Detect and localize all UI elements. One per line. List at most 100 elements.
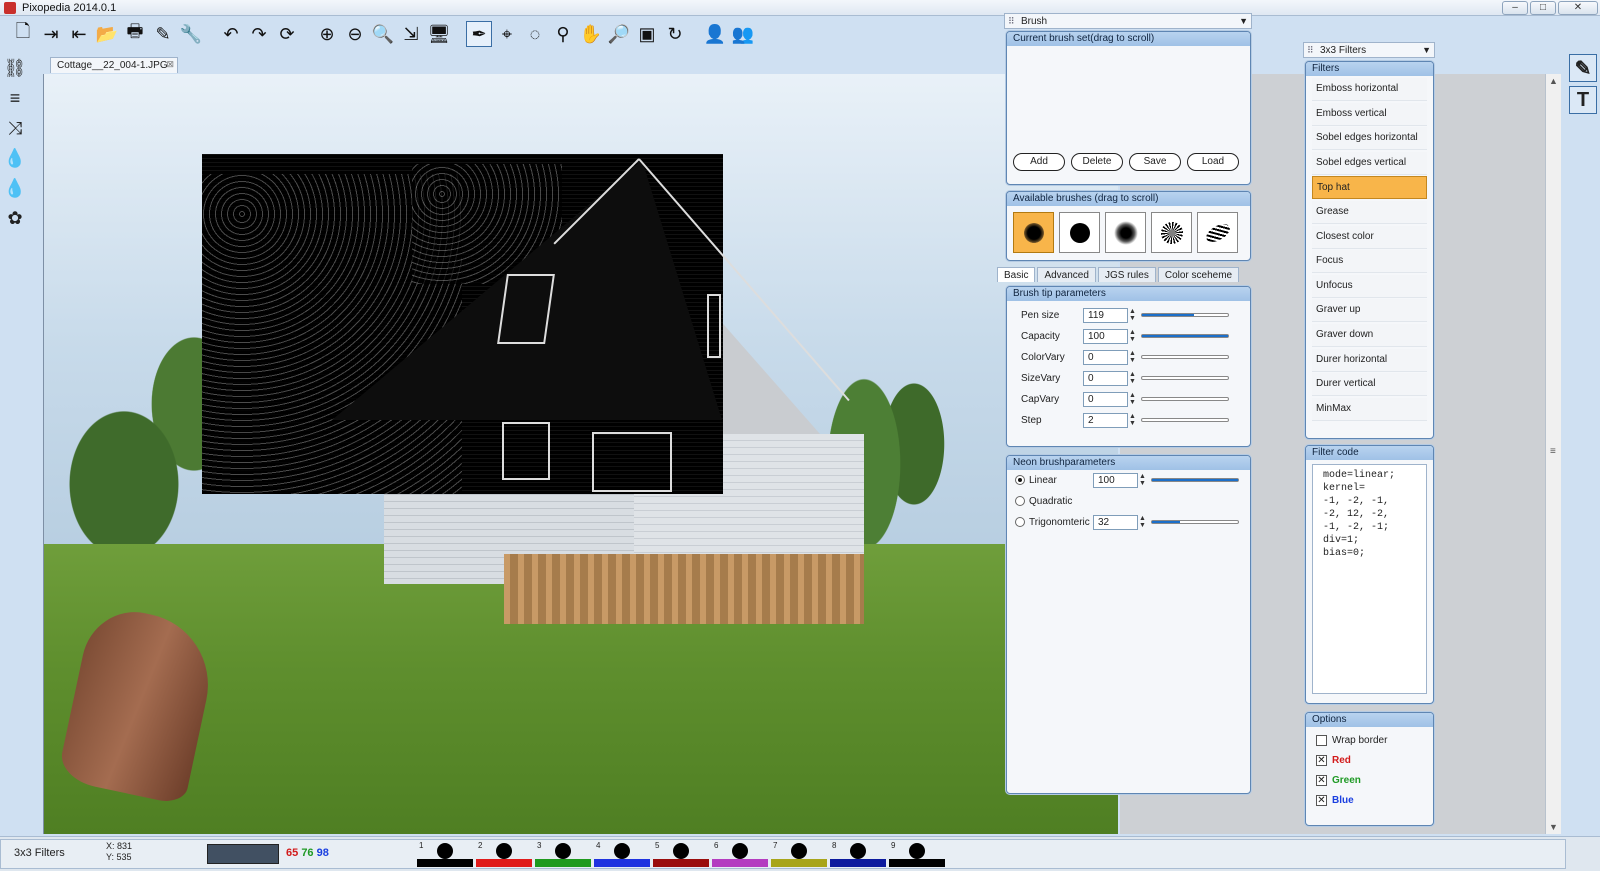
close-button[interactable]: ✕ xyxy=(1558,1,1598,15)
param-slider[interactable] xyxy=(1141,397,1229,401)
spinner-icon[interactable]: ▲ ▼ xyxy=(1129,308,1137,322)
radio-button[interactable] xyxy=(1015,475,1025,485)
tab-jgs-rules[interactable]: JGS rules xyxy=(1097,267,1156,282)
spinner-icon[interactable]: ▲ ▼ xyxy=(1129,413,1137,427)
neon-mode-slider[interactable] xyxy=(1151,478,1239,482)
save-brush-button[interactable]: Save xyxy=(1129,153,1181,171)
param-slider[interactable] xyxy=(1141,313,1229,317)
param-input[interactable]: 0 xyxy=(1083,391,1128,407)
filter-item[interactable]: Focus xyxy=(1312,250,1427,274)
filter-item[interactable]: Closest color xyxy=(1312,225,1427,249)
spinner-icon[interactable]: ▲ ▼ xyxy=(1139,473,1147,487)
brush-streak[interactable] xyxy=(1197,212,1238,253)
zoom-in-icon[interactable]: ⊕ xyxy=(314,21,340,47)
param-slider[interactable] xyxy=(1141,334,1229,338)
brush-tool-icon[interactable]: ✎ xyxy=(1569,54,1597,82)
add-brush-button[interactable]: Add xyxy=(1013,153,1065,171)
settings-icon[interactable]: 🔧 xyxy=(178,21,204,47)
magnifier-icon[interactable]: 🔎 xyxy=(606,21,632,47)
param-slider[interactable] xyxy=(1141,376,1229,380)
brush-selector-dropdown[interactable]: ⠿ Brush ▼ xyxy=(1004,13,1252,29)
checkbox[interactable]: ✕ xyxy=(1316,774,1327,786)
checkbox[interactable]: ✕ xyxy=(1316,794,1327,806)
current-color-swatch[interactable] xyxy=(207,844,279,864)
user-icon[interactable]: 👤 xyxy=(702,21,728,47)
drop-icon[interactable]: 💧 xyxy=(2,144,28,172)
param-input[interactable]: 100 xyxy=(1083,328,1128,344)
param-input[interactable]: 0 xyxy=(1083,370,1128,386)
neon-mode-row[interactable]: Linear 100 ▲ ▼ xyxy=(1015,472,1239,488)
neon-mode-input[interactable]: 32 xyxy=(1093,514,1138,530)
palette-slot[interactable]: 1 xyxy=(417,841,476,867)
sliders-icon[interactable]: ≡ xyxy=(2,84,28,112)
chain-icon[interactable]: ⛓ xyxy=(2,54,28,82)
hand-icon[interactable]: ✋ xyxy=(578,21,604,47)
zoom-icon[interactable]: 🔍 xyxy=(370,21,396,47)
spinner-icon[interactable]: ▲ ▼ xyxy=(1129,392,1137,406)
filter-item[interactable]: Sobel edges vertical xyxy=(1312,151,1427,175)
load-brush-button[interactable]: Load xyxy=(1187,153,1239,171)
param-input[interactable]: 119 xyxy=(1083,307,1128,323)
palette-slot[interactable]: 9 xyxy=(889,841,948,867)
redo-icon[interactable]: ↷ xyxy=(246,21,272,47)
filter-item[interactable]: Graver down xyxy=(1312,323,1427,347)
transform-icon[interactable]: ▣ xyxy=(634,21,660,47)
brush-tool-icon[interactable]: ✎ xyxy=(150,21,176,47)
document-tab[interactable]: Cottage__22_004-1.JPG ⊠ xyxy=(50,57,178,73)
filter-item[interactable]: Durer vertical xyxy=(1312,373,1427,397)
zoom-out-icon[interactable]: ⊖ xyxy=(342,21,368,47)
scroll-up-icon[interactable]: ▲ xyxy=(1549,76,1558,86)
close-tab-icon[interactable]: ⊠ xyxy=(166,59,174,70)
brush-fuzzy[interactable] xyxy=(1105,212,1146,253)
brush-soft-round[interactable] xyxy=(1013,212,1054,253)
text-tool-icon[interactable]: T xyxy=(1569,86,1597,114)
palette-slot[interactable]: 8 xyxy=(830,841,889,867)
shuffle-icon[interactable]: ⤨ xyxy=(2,114,28,142)
option-checkbox-row[interactable]: ✕ Blue xyxy=(1316,793,1354,807)
option-checkbox-row[interactable]: ✕ Green xyxy=(1316,773,1361,787)
param-input[interactable]: 0 xyxy=(1083,349,1128,365)
checkbox[interactable]: ✕ xyxy=(1316,754,1327,766)
filter-item[interactable]: Emboss horizontal xyxy=(1312,78,1427,101)
fit-icon[interactable]: ⇲ xyxy=(398,21,424,47)
vertical-scrollbar[interactable]: ▲ ≡ ▼ xyxy=(1545,74,1561,834)
spinner-icon[interactable]: ▲ ▼ xyxy=(1139,515,1147,529)
option-checkbox-row[interactable]: Wrap border xyxy=(1316,733,1387,747)
user-outline-icon[interactable]: 👥 xyxy=(730,21,756,47)
scroll-down-icon[interactable]: ▼ xyxy=(1549,822,1558,832)
crop-icon[interactable]: ⌖ xyxy=(494,21,520,47)
monitor-icon[interactable]: 🖥 xyxy=(426,21,452,47)
param-input[interactable]: 2 xyxy=(1083,412,1128,428)
import-icon[interactable]: ⇥ xyxy=(38,21,64,47)
palette-slot[interactable]: 4 xyxy=(594,841,653,867)
filter-item[interactable]: Graver up xyxy=(1312,299,1427,323)
tab-color-scheme[interactable]: Color sceheme xyxy=(1157,267,1240,282)
filter-item[interactable]: Durer horizontal xyxy=(1312,348,1427,372)
palette-slot[interactable]: 5 xyxy=(653,841,712,867)
filter-item[interactable]: Top hat xyxy=(1312,176,1427,200)
filter-code-editor[interactable]: mode=linear; kernel= -1, -2, -1, -2, 12,… xyxy=(1312,464,1427,694)
undo-icon[interactable]: ↶ xyxy=(218,21,244,47)
open-icon[interactable]: 📂 xyxy=(94,21,120,47)
tab-basic[interactable]: Basic xyxy=(997,267,1036,282)
scroll-grip-icon[interactable]: ≡ xyxy=(1550,446,1556,457)
drop-alt-icon[interactable]: 💧 xyxy=(2,174,28,202)
filter-item[interactable]: Emboss vertical xyxy=(1312,102,1427,126)
brush-spiky[interactable] xyxy=(1151,212,1192,253)
export-icon[interactable]: ⇤ xyxy=(66,21,92,47)
filter-item[interactable]: Unfocus xyxy=(1312,274,1427,298)
maximize-button[interactable]: □ xyxy=(1530,1,1556,15)
param-slider[interactable] xyxy=(1141,418,1229,422)
neon-mode-slider[interactable] xyxy=(1151,520,1239,524)
pen-icon[interactable]: ✒ xyxy=(466,21,492,47)
palette-slot[interactable]: 2 xyxy=(476,841,535,867)
checkbox[interactable] xyxy=(1316,734,1327,746)
tab-advanced[interactable]: Advanced xyxy=(1037,267,1096,282)
spinner-icon[interactable]: ▲ ▼ xyxy=(1129,329,1137,343)
radio-button[interactable] xyxy=(1015,517,1025,527)
eyedropper-icon[interactable]: ⚲ xyxy=(550,21,576,47)
palette-slot[interactable]: 3 xyxy=(535,841,594,867)
brush-hard-round[interactable] xyxy=(1059,212,1100,253)
flower-icon[interactable]: ✿ xyxy=(2,204,28,232)
spinner-icon[interactable]: ▲ ▼ xyxy=(1129,350,1137,364)
